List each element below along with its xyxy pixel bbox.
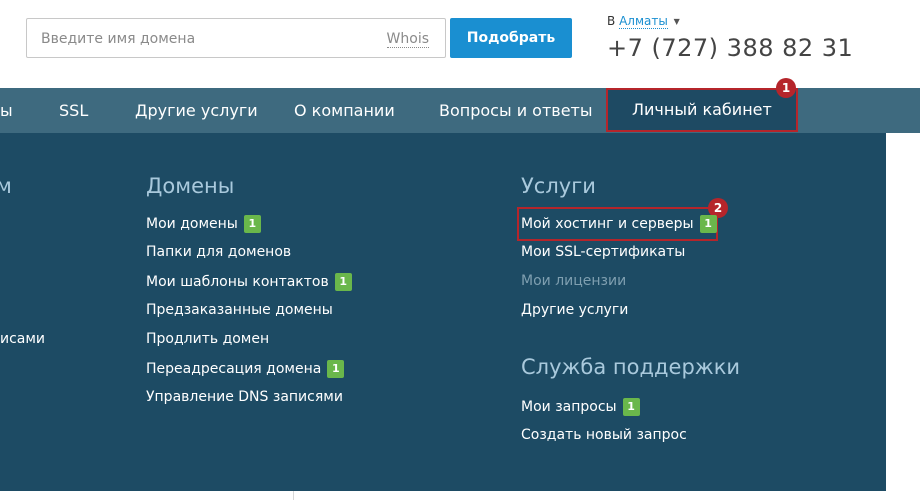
nav-item-partial[interactable]: ы <box>0 88 13 133</box>
menu-link-my-domains[interactable]: Мои домены 1 <box>146 215 261 233</box>
nav-item-faq[interactable]: Вопросы и ответы <box>439 88 593 133</box>
menu-link-new-request[interactable]: Создать новый запрос <box>521 427 687 443</box>
menu-link-label: Переадресация домена <box>146 361 322 377</box>
domains-title: Домены <box>146 174 235 198</box>
menu-link-my-requests[interactable]: Мои запросы 1 <box>521 398 640 416</box>
caret-down-icon[interactable]: ▼ <box>674 17 680 26</box>
callout-marker-1: 1 <box>776 78 796 98</box>
menu-link-label: Мои запросы <box>521 399 617 415</box>
city-selector: В Алматы ▼ <box>607 14 680 29</box>
search-placeholder: Введите имя домена <box>41 31 196 47</box>
count-badge: 1 <box>334 273 352 291</box>
count-badge: 1 <box>327 360 345 378</box>
whois-link[interactable]: Whois <box>386 31 429 48</box>
menu-link-preordered-domains[interactable]: Предзаказанные домены <box>146 302 333 318</box>
count-badge: 1 <box>699 215 717 233</box>
count-badge: 1 <box>622 398 640 416</box>
menu-link-domain-folders[interactable]: Папки для доменов <box>146 244 291 260</box>
menu-link-my-hosting[interactable]: Мой хостинг и серверы 1 <box>521 215 717 233</box>
col0-link[interactable]: исами <box>0 331 45 347</box>
nav-item-ssl[interactable]: SSL <box>59 88 88 133</box>
city-link[interactable]: Алматы <box>619 14 668 29</box>
menu-link-label: Мои шаблоны контактов <box>146 274 329 290</box>
pick-domain-button[interactable]: Подобрать <box>450 18 572 58</box>
menu-link-contact-templates[interactable]: Мои шаблоны контактов 1 <box>146 273 352 291</box>
phone-number: +7 (727) 388 82 31 <box>607 34 854 62</box>
col0-title: м <box>0 174 12 198</box>
nav-item-other-services[interactable]: Другие услуги <box>135 88 258 133</box>
account-dropdown <box>0 133 886 491</box>
count-badge: 1 <box>243 215 261 233</box>
menu-link-domain-redirect[interactable]: Переадресация домена 1 <box>146 360 345 378</box>
menu-link-dns-management[interactable]: Управление DNS записями <box>146 389 343 405</box>
menu-link-label: Мой хостинг и серверы <box>521 216 694 232</box>
menu-link-my-ssl[interactable]: Мои SSL-сертификаты <box>521 244 685 260</box>
menu-link-my-licenses: Мои лицензии <box>521 273 627 289</box>
nav-item-about[interactable]: О компании <box>294 88 395 133</box>
menu-link-label: Мои домены <box>146 216 238 232</box>
support-title: Служба поддержки <box>521 355 741 379</box>
domain-search-input[interactable]: Введите имя домена Whois <box>26 18 446 58</box>
divider <box>293 491 294 500</box>
menu-link-renew-domain[interactable]: Продлить домен <box>146 331 269 347</box>
services-title: Услуги <box>521 174 596 198</box>
city-prefix: В <box>607 14 616 28</box>
menu-link-other-services[interactable]: Другие услуги <box>521 302 628 318</box>
nav-item-account[interactable]: Личный кабинет <box>606 88 798 132</box>
